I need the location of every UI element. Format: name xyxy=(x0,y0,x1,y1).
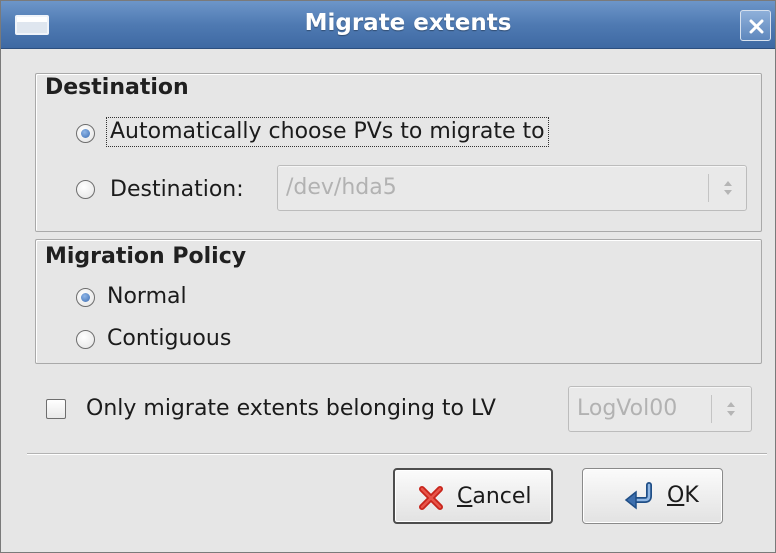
migrate-extents-dialog: Migrate extents Destination Automaticall… xyxy=(0,0,776,553)
cancel-button[interactable]: Cancel xyxy=(393,468,553,524)
policy-contiguous-radio[interactable] xyxy=(76,330,95,349)
title-bar[interactable]: Migrate extents xyxy=(1,1,775,49)
close-button[interactable] xyxy=(740,10,771,41)
destination-label[interactable]: Destination: xyxy=(110,176,244,204)
migration-policy-heading: Migration Policy xyxy=(41,244,251,270)
ok-button[interactable]: OK xyxy=(582,468,723,524)
auto-choose-label[interactable]: Automatically choose PVs to migrate to xyxy=(106,117,549,147)
destination-combo: /dev/hda5 xyxy=(277,165,747,211)
lv-combo: LogVol00 xyxy=(568,386,752,432)
only-lv-label[interactable]: Only migrate extents belonging to LV xyxy=(86,395,496,423)
combo-separator xyxy=(708,174,709,202)
auto-choose-radio[interactable] xyxy=(76,124,95,143)
up-down-arrows-icon xyxy=(727,402,735,416)
policy-contiguous-label[interactable]: Contiguous xyxy=(107,325,231,353)
close-icon xyxy=(749,19,764,34)
cancel-x-icon xyxy=(419,486,443,510)
destination-radio[interactable] xyxy=(76,180,95,199)
destination-combo-value: /dev/hda5 xyxy=(286,175,397,200)
destination-heading: Destination xyxy=(41,75,193,101)
cancel-label: Cancel xyxy=(457,484,532,509)
window-title: Migrate extents xyxy=(304,10,512,36)
button-area-divider xyxy=(27,453,767,455)
ok-label: OK xyxy=(667,483,699,508)
lv-combo-value: LogVol00 xyxy=(577,396,678,421)
policy-normal-radio[interactable] xyxy=(76,288,95,307)
only-lv-checkbox[interactable] xyxy=(46,399,66,419)
combo-separator xyxy=(711,395,712,423)
up-down-arrows-icon xyxy=(724,181,732,195)
ok-return-arrow-icon xyxy=(624,482,652,510)
policy-normal-label[interactable]: Normal xyxy=(107,283,187,311)
